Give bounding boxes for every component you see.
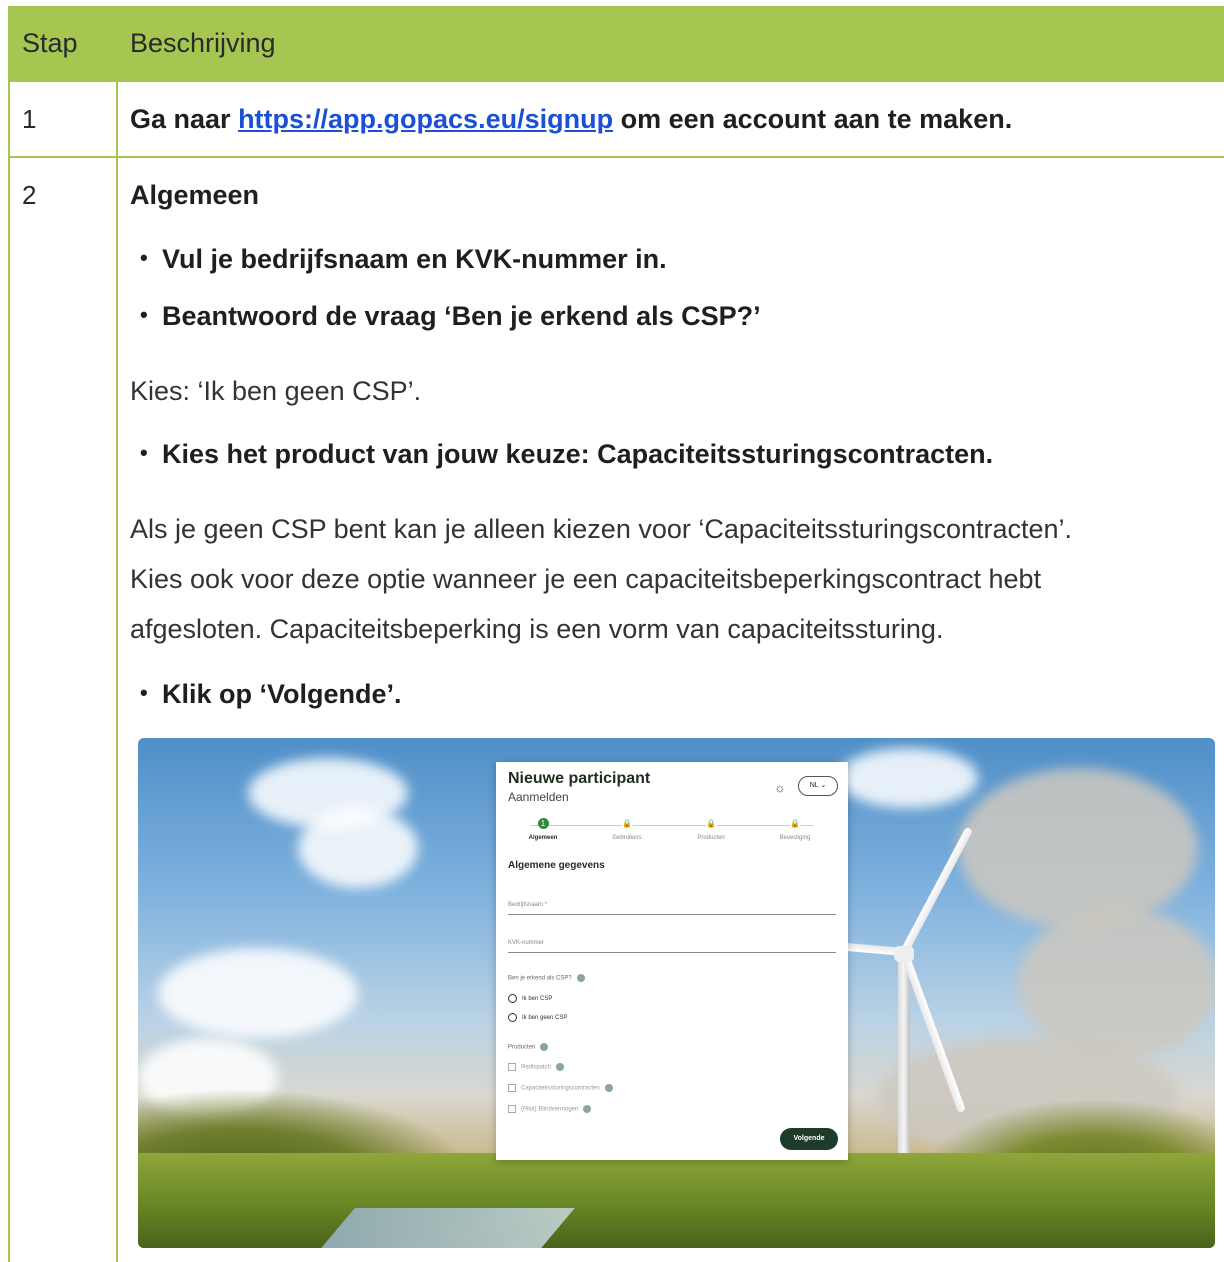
kvk-number-field[interactable]: KVK-nummer	[508, 940, 836, 953]
list-item: Beantwoord de vraag ‘Ben je erkend als C…	[140, 301, 761, 332]
form-title: Nieuwe participant	[508, 770, 651, 787]
step-products: 🔒 Producten	[676, 818, 746, 841]
checkbox-label: (Pilot) Blindvermogen	[521, 1106, 579, 1113]
progress-steps: 1 Algemeen 🔒 Gebruikers 🔒 Producten 🔒 Be…	[508, 818, 836, 848]
table-header: Stap Beschrijving	[8, 6, 1224, 82]
signup-screenshot: Nieuwe participant Aanmelden ☼ NL ⌄ 1 Al…	[138, 738, 1215, 1248]
lock-icon: 🔒	[789, 818, 801, 829]
checkbox-label: Redispatch	[521, 1064, 552, 1071]
lock-icon: 🔒	[621, 818, 633, 829]
grass-field	[138, 1153, 1215, 1248]
info-icon[interactable]	[556, 1063, 565, 1071]
water-ditch	[321, 1208, 575, 1248]
step-number: 1	[22, 104, 37, 134]
list-item: Vul je bedrijfsnaam en KVK-nummer in.	[140, 244, 667, 275]
turbine-hub	[894, 946, 914, 962]
list-item: Kies het product van jouw keuze: Capacit…	[140, 439, 993, 470]
checkbox-label: Capaciteitssturingscontracten	[521, 1085, 600, 1092]
csp-question: Ben je erkend als CSP?	[508, 974, 585, 982]
turbine-blade	[900, 826, 974, 954]
checkbox-blind-power[interactable]: (Pilot) Blindvermogen	[508, 1105, 592, 1113]
paragraph-line: Kies ook voor deze optie wanneer je een …	[130, 564, 1042, 594]
step-users: 🔒 Gebruikers	[592, 818, 662, 841]
step-label: Bevestiging	[779, 835, 811, 841]
form-subtitle: Aanmelden	[508, 790, 569, 804]
company-name-field[interactable]: Bedrijfsnaam *	[508, 902, 836, 915]
info-icon[interactable]	[583, 1105, 592, 1113]
step-number: 2	[22, 180, 37, 210]
step-description: Ga naar https://app.gopacs.eu/signup om …	[130, 104, 1012, 135]
paragraph-line: Als je geen CSP bent kan je alleen kieze…	[130, 514, 1073, 544]
radio-csp[interactable]: Ik ben CSP	[508, 994, 552, 1003]
theme-toggle-icon[interactable]: ☼	[774, 780, 786, 795]
text: Ga naar	[130, 104, 239, 134]
cloud	[958, 768, 1198, 928]
cloud	[838, 748, 978, 808]
products-label: Producten	[508, 1043, 549, 1051]
checkbox-redispatch[interactable]: Redispatch	[508, 1063, 565, 1071]
steps-table: Stap Beschrijving 1 Ga naar https://app.…	[8, 6, 1224, 1262]
section-title: Algemene gegevens	[508, 860, 605, 871]
step-label: Algemeen	[528, 835, 558, 841]
list-item: Klik op ‘Volgende’.	[140, 679, 401, 710]
radio-no-csp[interactable]: Ik ben geen CSP	[508, 1013, 567, 1022]
step-indicator: 1	[537, 818, 549, 829]
cloud	[298, 808, 418, 888]
header-description: Beschrijving	[130, 28, 276, 58]
csp-question-label: Ben je erkend als CSP?	[508, 975, 572, 982]
step-label: Gebruikers	[612, 835, 642, 841]
step-general: 1 Algemeen	[508, 818, 578, 841]
info-icon[interactable]	[540, 1043, 549, 1051]
signup-link[interactable]: https://app.gopacs.eu/signup	[238, 104, 613, 134]
table-row: 1 Ga naar https://app.gopacs.eu/signup o…	[10, 82, 1224, 158]
table-row: 2 Algemeen Vul je bedrijfsnaam en KVK-nu…	[10, 158, 1224, 1262]
header-step: Stap	[22, 28, 78, 58]
checkbox-capacity-contracts[interactable]: Capaciteitssturingscontracten	[508, 1084, 613, 1092]
lock-icon: 🔒	[705, 818, 717, 829]
info-icon[interactable]	[576, 974, 585, 982]
paragraph: Kies: ‘Ik ben geen CSP’.	[130, 376, 422, 406]
paragraph-line: afgesloten. Capaciteitsbeperking is een …	[130, 614, 944, 644]
signup-form: Nieuwe participant Aanmelden ☼ NL ⌄ 1 Al…	[496, 762, 848, 1160]
text: om een account aan te maken.	[613, 104, 1013, 134]
step-label: Producten	[697, 835, 725, 841]
cloud	[158, 948, 358, 1038]
products-label-text: Producten	[508, 1044, 536, 1051]
next-button[interactable]: Volgende	[780, 1128, 838, 1150]
info-icon[interactable]	[604, 1084, 613, 1092]
section-heading: Algemeen	[130, 180, 260, 210]
cloud	[1018, 908, 1215, 1058]
step-confirmation: 🔒 Bevestiging	[760, 818, 830, 841]
language-select[interactable]: NL ⌄	[798, 776, 838, 796]
